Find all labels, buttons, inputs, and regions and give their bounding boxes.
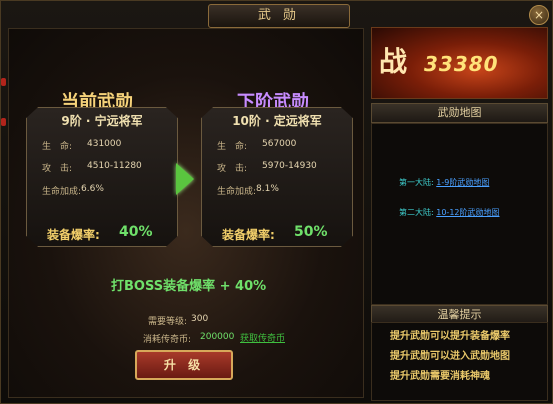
required-level-label: 需要等级: [148,317,188,327]
left-edge-deco [1,118,6,126]
current-atk-value: 4510-11280 [87,161,142,171]
medal-map-header: 武勋地图 [371,103,548,123]
cost-value: 200000 [200,332,235,342]
right-column: 战 33380 武勋地图 第一大陆: 1-9阶武勋地图 第二大陆: 10-12阶… [371,27,548,401]
current-hp-value: 431000 [87,139,122,149]
current-medal-card: 9阶 · 宁远将军 生 命: 431000 攻 击: 4510-11280 生命… [26,107,178,247]
tip-line: 提升武勋可以提升装备爆率 [390,331,510,342]
current-bonus-label: 生命加成: [42,187,82,197]
map-row-link[interactable]: 1-9阶武勋地图 [436,178,489,187]
current-drop-label: 装备爆率: [47,228,100,242]
next-bonus-label: 生命加成: [217,187,257,197]
next-drop-label: 装备爆率: [222,228,275,242]
next-atk-label: 攻 击: [217,164,248,174]
map-row: 第一大陆: 1-9阶武勋地图 [399,177,489,188]
map-row-label: 第一大陆: [399,178,434,187]
current-rank-title: 9阶 · 宁远将军 [61,114,143,128]
cost-label: 消耗传奇币: [143,335,192,345]
next-rank-title: 10阶 · 定远将军 [232,114,322,128]
current-bonus-value: 6.6% [81,184,104,194]
current-hp-label: 生 命: [42,142,73,152]
next-drop-value: 50% [294,224,328,240]
tip-line: 提升武勋可以进入武勋地图 [390,351,510,362]
power-glyph: 战 [379,45,408,78]
map-row-label: 第二大陆: [399,208,434,217]
next-hp-value: 567000 [262,139,297,149]
map-row: 第二大陆: 10-12阶武勋地图 [399,207,500,218]
close-icon[interactable]: × [529,5,549,25]
boss-drop-bonus: 打BOSS装备爆率 + 40% [111,279,267,294]
medal-map-box: 第一大陆: 1-9阶武勋地图 第二大陆: 10-12阶武勋地图 [371,123,548,305]
get-currency-link[interactable]: 获取传奇币 [240,331,285,344]
combat-power-banner: 战 33380 [371,27,548,99]
left-edge-deco [1,78,6,86]
tip-line: 提升武勋需要消耗神魂 [390,371,490,382]
map-row-link[interactable]: 10-12阶武勋地图 [436,208,499,217]
upgrade-button[interactable]: 升 级 [135,350,233,380]
combat-power-value: 33380 [424,52,499,76]
current-atk-label: 攻 击: [42,164,73,174]
arrow-right-icon [176,163,194,195]
window-title: 武 勋 [208,4,350,28]
required-level-value: 300 [191,314,209,324]
tips-box: 提升武勋可以提升装备爆率 提升武勋可以进入武勋地图 提升武勋需要消耗神魂 [371,322,548,401]
medal-window: 武 勋 × 当前武勋 下阶武勋 9阶 · 宁远将军 生 命: 431000 攻 … [0,0,553,404]
current-drop-value: 40% [119,224,153,240]
next-medal-card: 10阶 · 定远将军 生 命: 567000 攻 击: 5970-14930 生… [201,107,353,247]
next-hp-label: 生 命: [217,142,248,152]
next-atk-value: 5970-14930 [262,161,317,171]
next-bonus-value: 8.1% [256,184,279,194]
